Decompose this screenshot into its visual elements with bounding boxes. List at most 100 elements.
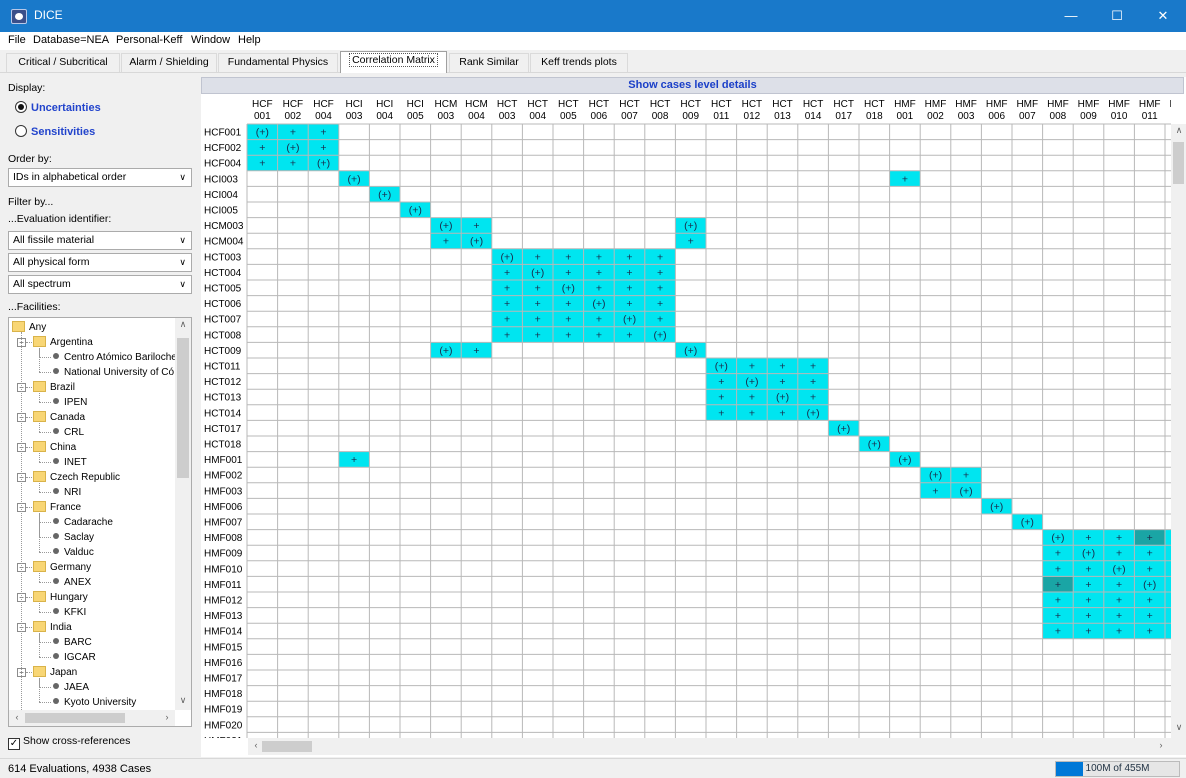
tree-facility[interactable]: IGCAR (53, 650, 96, 665)
show-cases-level-details-button[interactable]: Show cases level details (201, 77, 1184, 94)
column-header-number[interactable]: 012 (744, 111, 761, 122)
column-header-prefix[interactable]: HCT (527, 99, 548, 110)
row-header[interactable]: HMF011 (204, 580, 242, 591)
row-header[interactable]: HMF019 (204, 705, 243, 716)
row-header[interactable]: HMF012 (204, 596, 243, 607)
row-header[interactable]: HMF014 (204, 627, 243, 638)
column-header-number[interactable]: 005 (407, 111, 424, 122)
row-header[interactable]: HMF021 (204, 736, 243, 738)
column-header-number[interactable]: 003 (438, 111, 455, 122)
column-header-prefix[interactable]: HMF (986, 99, 1008, 110)
menu-file[interactable]: File (8, 34, 26, 46)
column-header-prefix[interactable]: HCT (680, 99, 701, 110)
row-header[interactable]: HCT003 (204, 252, 242, 263)
column-header-prefix[interactable]: HMF (1047, 99, 1069, 110)
tree-facility[interactable]: INET (53, 455, 87, 470)
scroll-up-icon[interactable]: ∧ (1171, 125, 1186, 136)
row-header[interactable]: HMF007 (204, 518, 243, 529)
tree-country[interactable]: − Hungary (17, 590, 88, 605)
tab-rank-similar[interactable]: Rank Similar (449, 53, 529, 72)
tree-country[interactable]: − France (17, 500, 81, 515)
row-header[interactable]: HCT014 (204, 408, 242, 419)
column-header-prefix[interactable]: HCI (345, 99, 362, 110)
column-header-prefix[interactable]: HCT (803, 99, 824, 110)
column-header-number[interactable]: 002 (285, 111, 302, 122)
memory-indicator[interactable]: 100M of 455M (1055, 761, 1180, 777)
row-header[interactable]: HMF001 (204, 455, 243, 466)
menu-help[interactable]: Help (238, 34, 261, 46)
tree-country[interactable]: − Canada (17, 410, 85, 425)
row-header[interactable]: HCT011 (204, 362, 241, 373)
matrix-hscrollbar[interactable]: ‹ › (248, 738, 1186, 755)
tree-country[interactable]: − Germany (17, 560, 91, 575)
column-header-prefix[interactable]: HCT (711, 99, 732, 110)
row-header[interactable]: HCI003 (204, 174, 238, 185)
maximize-button[interactable]: ☐ (1094, 0, 1140, 32)
facilities-tree[interactable]: Any − Argentina Centro Atómico Bariloche Nat… (8, 317, 192, 727)
tree-facility[interactable]: KFKI (53, 605, 86, 620)
row-header[interactable]: HCT013 (204, 393, 242, 404)
column-header-prefix[interactable]: HCF (283, 99, 304, 110)
matrix-vscroll-thumb[interactable] (1173, 142, 1184, 184)
column-header-number[interactable]: 005 (560, 111, 577, 122)
row-header[interactable]: HCT017 (204, 424, 242, 435)
column-header-prefix[interactable]: HMF (1078, 99, 1100, 110)
row-header[interactable]: HCF004 (204, 159, 242, 170)
column-header-number[interactable]: 003 (346, 111, 363, 122)
column-header-prefix[interactable]: HMF (1139, 99, 1161, 110)
column-header-number[interactable]: 001 (254, 111, 271, 122)
menu-database[interactable]: Database=NEA (33, 34, 109, 46)
column-header-prefix[interactable]: HMF (1169, 99, 1171, 110)
scroll-down-icon[interactable]: ∨ (1171, 722, 1186, 733)
form-select[interactable]: All physical form ∨ (8, 253, 192, 272)
column-header-number[interactable]: 006 (988, 111, 1005, 122)
row-header[interactable]: HCT007 (204, 315, 242, 326)
row-header[interactable]: HMF003 (204, 486, 243, 497)
tree-facility[interactable]: Kyoto University (53, 695, 136, 710)
row-header[interactable]: HMF008 (204, 533, 243, 544)
tree-facility[interactable]: CRL (53, 425, 84, 440)
tree-facility[interactable]: JAEA (53, 680, 89, 695)
column-header-prefix[interactable]: HMF (1016, 99, 1038, 110)
column-header-prefix[interactable]: HCI (376, 99, 393, 110)
column-header-number[interactable]: 017 (835, 111, 852, 122)
column-header-prefix[interactable]: HCT (558, 99, 579, 110)
column-header-prefix[interactable]: HMF (894, 99, 916, 110)
order-select[interactable]: IDs in alphabetical order ∨ (8, 168, 192, 187)
column-header-number[interactable]: 011 (1142, 111, 1158, 122)
row-header[interactable]: HCM003 (204, 221, 244, 232)
column-header-number[interactable]: 014 (805, 111, 822, 122)
row-header[interactable]: HCT009 (204, 346, 242, 357)
row-header[interactable]: HMF015 (204, 642, 243, 653)
row-header[interactable]: HCT005 (204, 284, 242, 295)
column-header-number[interactable]: 009 (682, 111, 699, 122)
column-header-number[interactable]: 004 (468, 111, 485, 122)
tab-correlation-matrix[interactable]: Correlation Matrix (340, 51, 447, 73)
scroll-right-icon[interactable]: › (159, 712, 175, 722)
row-header[interactable]: HCM004 (204, 237, 244, 248)
tree-facility[interactable]: Cadarache (53, 515, 113, 530)
tree-facility[interactable]: ANEX (53, 575, 91, 590)
spectrum-select[interactable]: All spectrum ∨ (8, 275, 192, 294)
column-header-number[interactable]: 004 (315, 111, 332, 122)
tree-hscroll-thumb[interactable] (25, 713, 125, 723)
column-header-prefix[interactable]: HCT (772, 99, 793, 110)
column-header-prefix[interactable]: HCT (833, 99, 854, 110)
tree-vscrollbar[interactable]: ∧ ∨ (175, 318, 191, 710)
column-header-number[interactable]: 018 (866, 111, 883, 122)
scroll-down-icon[interactable]: ∨ (175, 695, 191, 706)
scroll-left-icon[interactable]: ‹ (9, 712, 25, 722)
column-header-number[interactable]: 004 (376, 111, 393, 122)
scroll-right-icon[interactable]: › (1153, 740, 1169, 750)
close-button[interactable]: ✕ (1140, 0, 1186, 32)
row-header[interactable]: HMF020 (204, 720, 243, 731)
column-header-prefix[interactable]: HCT (619, 99, 640, 110)
column-header-number[interactable]: 007 (1019, 111, 1036, 122)
column-header-number[interactable]: 007 (621, 111, 638, 122)
column-header-number[interactable]: 006 (591, 111, 608, 122)
tree-country[interactable]: − Czech Republic (17, 470, 120, 485)
row-header[interactable]: HMF002 (204, 471, 243, 482)
radio-uncertainties[interactable]: Uncertainties (15, 101, 101, 114)
row-header[interactable]: HCI004 (204, 190, 238, 201)
column-header-number[interactable]: 004 (529, 111, 546, 122)
